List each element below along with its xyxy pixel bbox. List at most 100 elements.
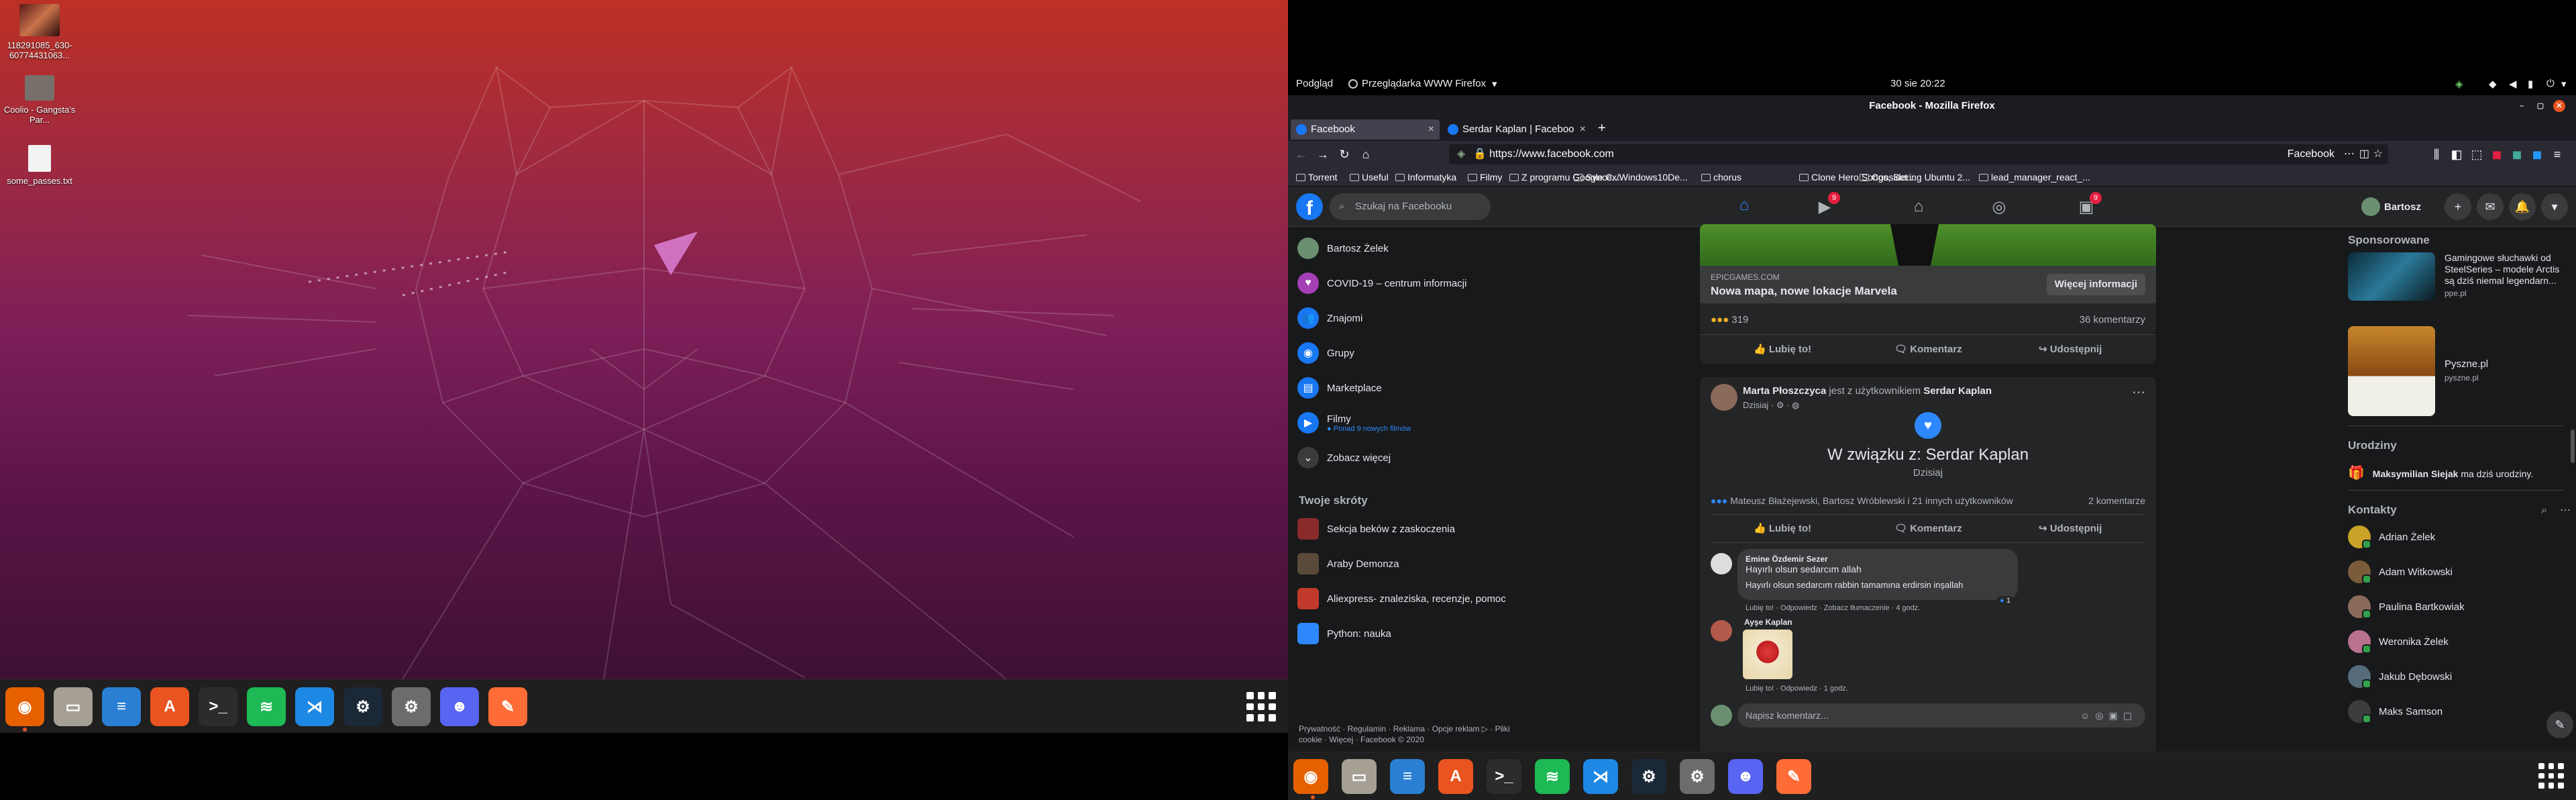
bookmark-2[interactable]: Informatyka [1395,172,1456,183]
watch-tab[interactable]: ▶ 9 [1788,187,1862,227]
ad-item[interactable]: Pyszne.pl pyszne.pl [2348,326,2563,416]
bookmark-9[interactable]: lead_manager_react_... [1979,172,2090,183]
left-nav-item-2[interactable]: 👥 Znajomi [1297,305,1362,332]
terminal-icon[interactable]: >_ [1487,759,1521,794]
facebook-logo-icon[interactable]: f [1296,193,1323,220]
comment-button[interactable]: 🗨 Komentarz [1894,343,1962,355]
new-tab-button[interactable]: + [1598,121,1606,136]
home-icon[interactable]: ⌂ [1358,146,1374,162]
comment-button[interactable]: 🗨 Komentarz [1894,522,1962,534]
bookmark-8[interactable]: Considering Ubuntu 2... [1860,172,1970,183]
firefox-icon[interactable]: ◉ [5,687,44,732]
screenshot-icon[interactable]: ⬚ [2469,146,2485,162]
postman-icon[interactable]: ✎ [1776,759,1811,794]
tagged-user[interactable]: Serdar Kaplan [1923,385,1992,397]
ad-item[interactable]: Gamingowe słuchawki od SteelSeries – mod… [2348,252,2563,303]
close-icon[interactable]: × [1428,119,1434,140]
shortcut-item[interactable]: Aliexpress- znaleziska, recenzje, pomoc [1297,585,1506,612]
avatar[interactable] [1711,553,1732,574]
account-menu-icon[interactable]: ▾ [2541,193,2568,220]
maximize-icon[interactable]: ▢ [2534,100,2546,112]
contact-item[interactable]: Adrian Żelek [2348,523,2435,550]
share-button[interactable]: ↪ Udostępnij [2039,522,2102,534]
bookmark-star-icon[interactable]: ☆ [2373,144,2383,164]
footer-links[interactable]: Prywatność · Regulamin · Reklama · Opcje… [1299,723,1513,745]
bookmark-5[interactable]: Syncex/Windows10De... [1574,172,1688,183]
contact-item[interactable]: Adam Witkowski [2348,558,2453,585]
post-link-image[interactable] [1700,224,2156,266]
comment-count[interactable]: 36 komentarzy [2080,314,2145,326]
forward-icon[interactable]: → [1315,146,1331,162]
comment-author[interactable]: Emine Özdemir Sezer [1746,554,2010,564]
bookmark-0[interactable]: Torrent [1296,172,1338,183]
libreoffice-writer-icon[interactable]: ≡ [102,687,141,726]
menu-icon[interactable]: ≡ [2549,146,2565,162]
spotify-icon[interactable]: ≋ [247,687,286,726]
reactions-summary[interactable]: ●●● Mateusz Błażejewski, Bartosz Wróblew… [1711,495,2013,506]
share-button[interactable]: ↪ Udostępnij [2039,343,2102,355]
app-menu[interactable]: Przeglądarka WWW Firefox [1362,78,1486,89]
profile-button[interactable]: Bartosz [2361,196,2421,217]
pocket-icon[interactable]: ◫ [2359,144,2369,164]
close-icon[interactable]: × [1580,119,1586,140]
activities-button[interactable]: Podgląd [1296,78,1333,89]
volume-icon[interactable]: ◀ [2509,78,2517,90]
comment-count[interactable]: 2 komentarze [2088,495,2145,506]
gaming-tab[interactable]: ▣ 9 [2049,187,2123,227]
comment-tools-icons[interactable]: ☺◎▣▢ [2080,703,2137,728]
reactions-summary[interactable]: ●●● 319 [1711,314,1748,326]
desktop-icon-image[interactable]: 118291085_630-60774431063... [0,4,79,60]
tab-facebook[interactable]: Facebook × [1291,119,1440,140]
steam-icon[interactable]: ⚙ [343,687,382,726]
groups-tab[interactable]: ◎ [1962,187,2036,227]
clock[interactable]: 30 sie 20:22 [1890,78,1945,89]
network-icon[interactable]: ◆ [2489,78,2497,90]
birthday-person[interactable]: Maksymilian Siejak [2373,468,2459,479]
show-applications-icon[interactable] [1246,692,1276,721]
power-menu-icon[interactable]: ⏻ [2546,78,2555,89]
extension-icon[interactable]: ◼ [2509,146,2525,162]
extension-icon[interactable]: ◼ [2529,146,2545,162]
birthday-item[interactable]: 🎁 Maksymilian Siejak ma dziś urodziny. [2348,464,2533,481]
shortcut-item[interactable]: Sekcja beków z zaskoczenia [1297,515,1455,542]
left-nav-item-0[interactable]: Bartosz Żelek [1297,235,1389,262]
post-author[interactable]: Marta Płoszczyca [1743,385,1826,397]
discord-icon[interactable]: ☻ [440,687,479,726]
vscode-icon[interactable]: ⋊ [1583,759,1618,794]
library-icon[interactable]: ⫼ [2428,146,2445,162]
scrollbar[interactable] [2571,430,2575,463]
like-button[interactable]: 👍 Lubię to! [1754,522,1811,534]
contact-item[interactable]: Maks Samson [2348,698,2443,725]
postman-icon[interactable]: ✎ [488,687,527,726]
steam-icon[interactable]: ⚙ [1631,759,1666,794]
desktop-icon-folder[interactable]: Coolio - Gangsta's Par... [0,75,79,125]
more-actions-icon[interactable]: ⋯ [2344,144,2355,164]
shortcut-item[interactable]: Python: nauka [1297,620,1391,647]
comment-reactions[interactable]: ● 1 [1996,596,2014,605]
left-nav-item-5[interactable]: ▶ Filmy ● Ponad 9 nowych filmów [1297,409,1411,436]
contact-item[interactable]: Weronika Żelek [2348,628,2449,655]
settings-icon[interactable]: ⚙ [392,687,431,726]
comment-meta[interactable]: Lubię to! · Odpowiedz · Zobacz tłumaczen… [1746,604,1920,612]
more-options-icon[interactable]: ⋯ [2132,384,2145,401]
close-icon[interactable]: ✕ [2553,100,2565,112]
software-center-icon[interactable]: A [150,687,189,726]
home-tab[interactable]: ⌂ [1707,187,1781,227]
firefox-icon[interactable]: ◉ [1293,759,1328,799]
shortcut-item[interactable]: Araby Demonza [1297,550,1399,577]
left-nav-item-6[interactable]: ⌄ Zobacz więcej [1297,444,1391,471]
vscode-icon[interactable]: ⋊ [295,687,334,726]
sidebar-icon[interactable]: ◧ [2449,146,2465,162]
shield-icon[interactable]: ◈ [2455,78,2463,90]
battery-icon[interactable]: ▮ [2528,78,2533,90]
search-input[interactable]: ⌕ Szukaj na Facebooku [1330,193,1491,220]
link-preview[interactable]: EPICGAMES.COM Nowa mapa, nowe lokacje Ma… [1700,266,2156,303]
like-button[interactable]: 👍 Lubię to! [1754,343,1811,355]
show-applications-icon[interactable] [2538,763,2564,789]
bookmark-6[interactable]: chorus [1701,172,1741,183]
left-nav-item-3[interactable]: ◉ Grupy [1297,340,1354,366]
bookmark-1[interactable]: Useful [1350,172,1389,183]
learn-more-button[interactable]: Więcej informacji [2046,274,2145,295]
terminal-icon[interactable]: >_ [199,687,237,726]
avatar[interactable] [1711,620,1732,642]
